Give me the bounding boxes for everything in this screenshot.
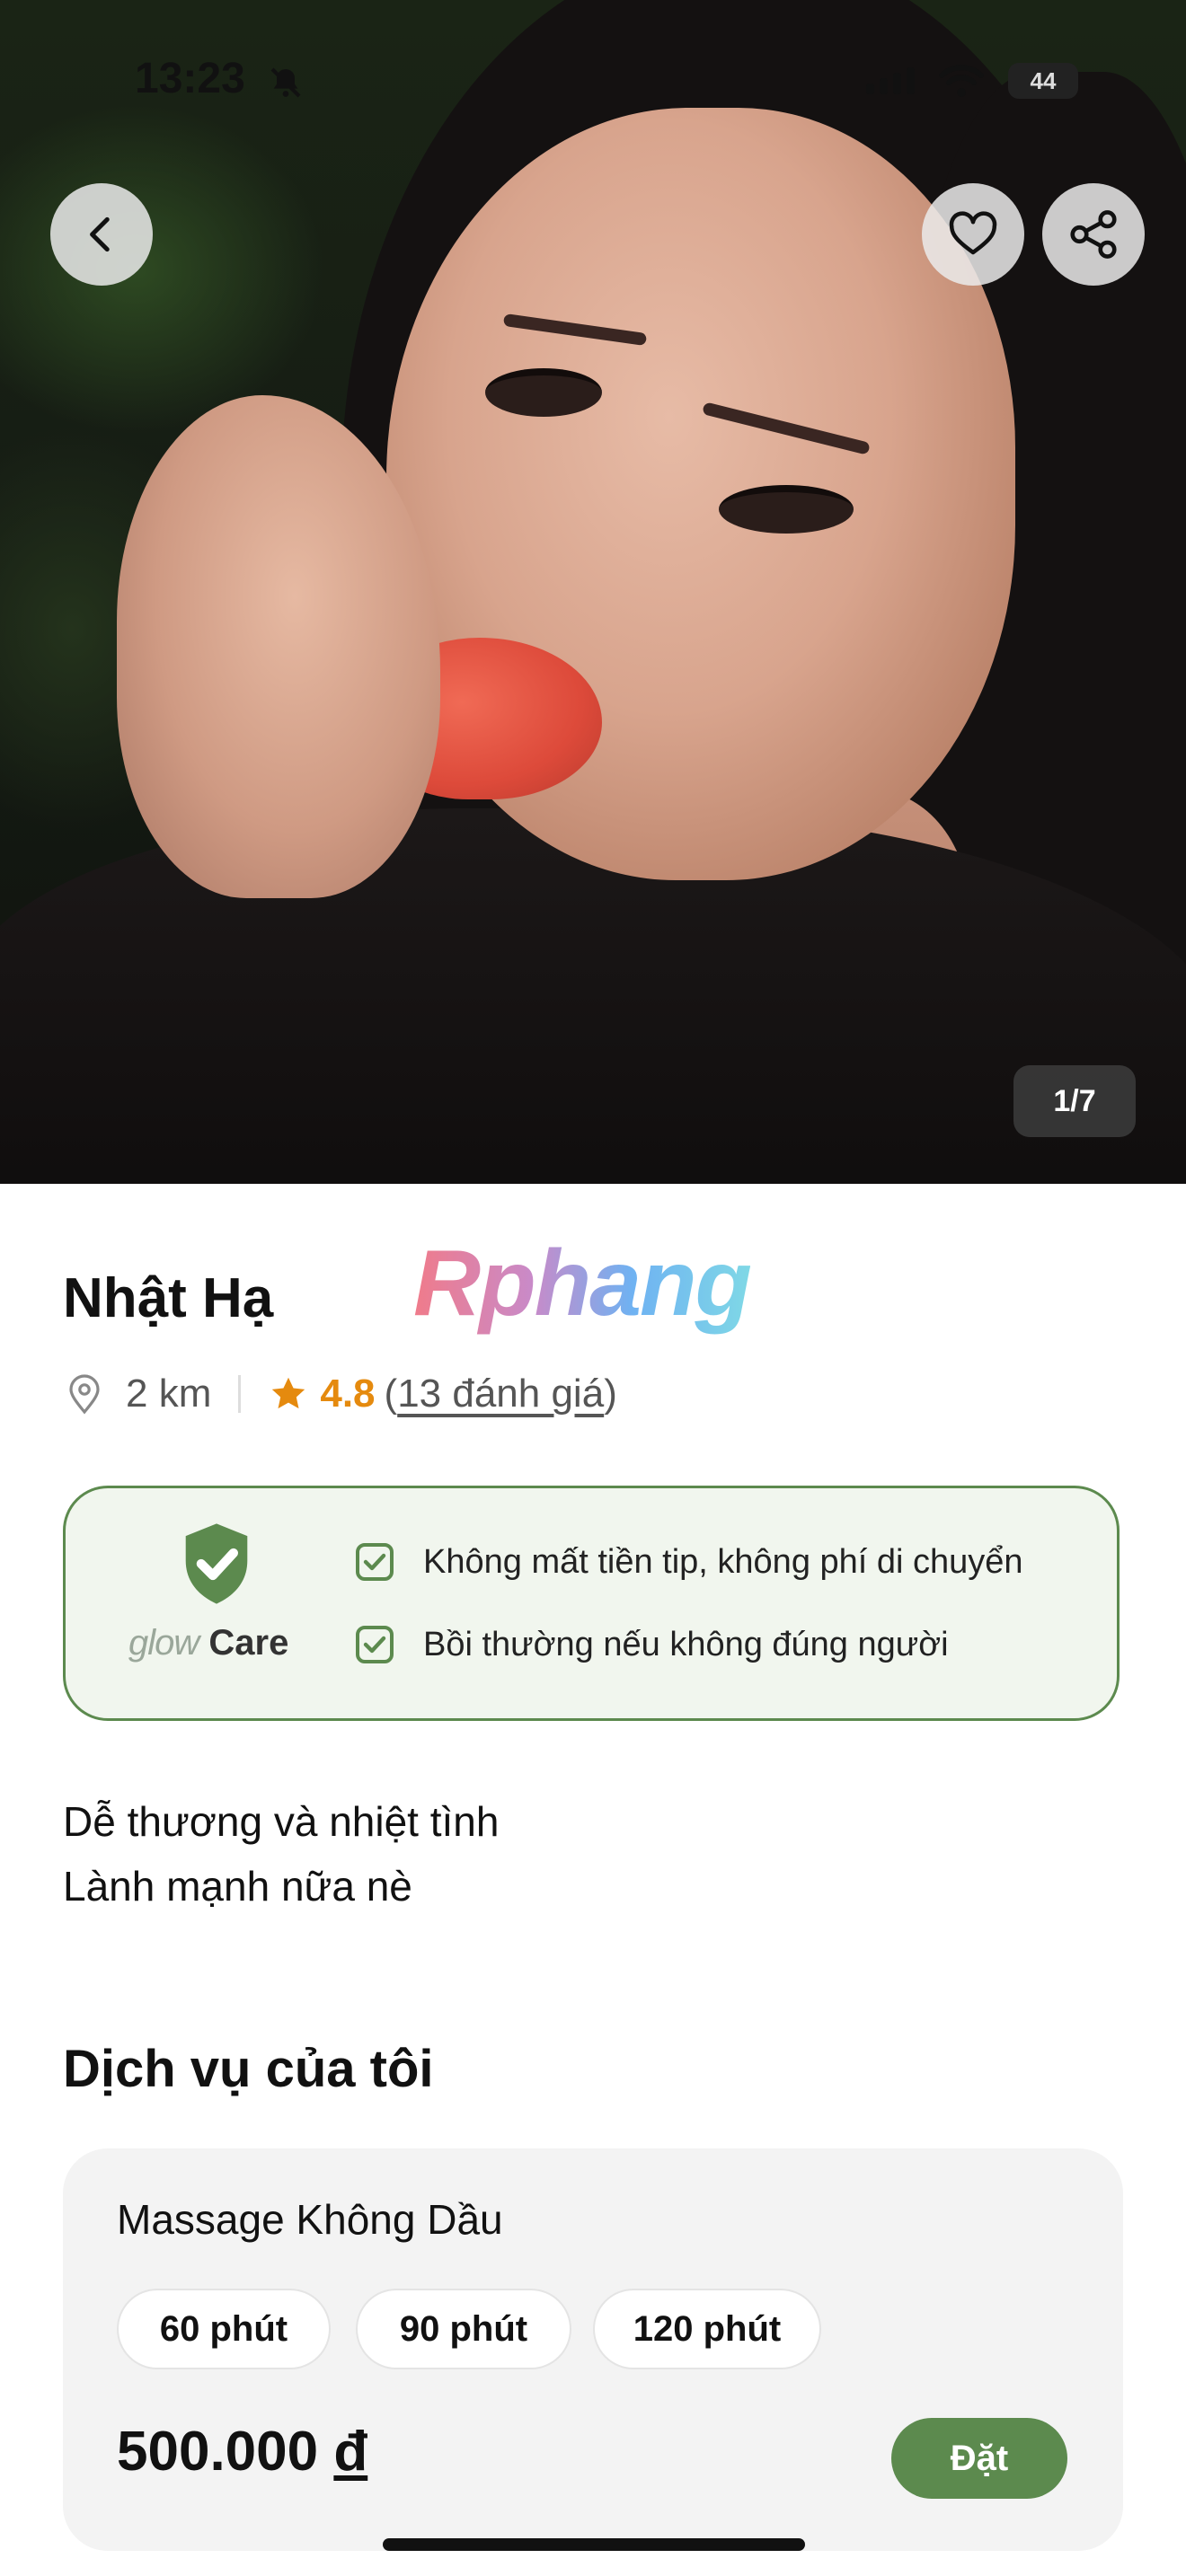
service-price: 500.000 đ <box>117 2420 367 2483</box>
service-card: Massage Không Dầu 60 phút 90 phút 120 ph… <box>63 2148 1123 2551</box>
checkbox-icon <box>356 1626 394 1663</box>
wifi-icon <box>939 65 984 97</box>
back-icon <box>90 216 110 252</box>
book-button[interactable]: Đặt <box>891 2418 1067 2499</box>
share-icon <box>1070 210 1117 259</box>
back-button[interactable] <box>50 183 153 286</box>
care-item: Không mất tiền tip, không phí di chuyển <box>353 1540 1023 1584</box>
profile-photo[interactable]: 13:23 44 1/7 <box>0 0 1186 1184</box>
status-icons: 44 <box>866 63 1078 99</box>
profile-name: Nhật Hạ <box>63 1267 274 1329</box>
description-line: Dễ thương và nhiệt tình <box>63 1798 500 1845</box>
distance-text: 2 km <box>126 1372 212 1416</box>
checkbox-icon <box>356 1543 394 1581</box>
profile-meta: 2 km 4.8 ( 13 đánh giá ) <box>63 1367 617 1421</box>
signal-icon <box>866 67 915 94</box>
home-indicator <box>383 2538 805 2551</box>
battery-icon: 44 <box>1008 63 1078 99</box>
reviews-close-paren: ) <box>604 1372 617 1416</box>
description-line: Lành mạnh nữa nè <box>63 1863 412 1910</box>
care-item-text: Không mất tiền tip, không phí di chuyển <box>423 1542 1023 1581</box>
bell-slash-icon <box>270 67 301 98</box>
glow-care-logo-glow: glow <box>128 1623 199 1663</box>
price-amount: 500.000 <box>117 2421 319 2483</box>
care-item-text: Bồi thường nếu không đúng người <box>423 1625 949 1663</box>
profile-description: Dễ thương và nhiệt tình Lành mạnh nữa nè <box>63 1789 499 1919</box>
photo-eye-right <box>719 485 854 534</box>
reviews-link[interactable]: 13 đánh giá <box>397 1372 604 1416</box>
photo-eye-left <box>485 368 602 417</box>
service-name: Massage Không Dầu <box>117 2196 503 2243</box>
glow-care-box: glow Care Không mất tiền tip, không phí … <box>63 1486 1120 1721</box>
duration-chip-90[interactable]: 90 phút <box>356 2289 571 2369</box>
reviews-open-paren: ( <box>384 1372 398 1416</box>
duration-chip-60[interactable]: 60 phút <box>117 2289 331 2369</box>
meta-divider <box>238 1375 242 1413</box>
rating-value: 4.8 <box>320 1372 376 1416</box>
price-currency: đ <box>333 2421 368 2483</box>
heart-icon <box>949 211 997 255</box>
status-time: 13:23 <box>135 55 245 102</box>
location-pin-icon <box>69 1374 100 1415</box>
share-button[interactable] <box>1042 183 1145 286</box>
status-bar: 13:23 44 <box>0 0 1186 162</box>
photo-counter: 1/7 <box>1013 1065 1136 1137</box>
glow-care-logo: glow Care <box>128 1623 288 1663</box>
care-item: Bồi thường nếu không đúng người <box>353 1623 949 1666</box>
shield-check-icon <box>185 1523 248 1604</box>
glow-care-logo-care: Care <box>208 1623 289 1663</box>
favorite-button[interactable] <box>922 183 1024 286</box>
services-title: Dịch vụ của tôi <box>63 2040 434 2098</box>
watermark-logo: Rphang <box>413 1231 752 1336</box>
duration-chip-120[interactable]: 120 phút <box>593 2289 821 2369</box>
star-icon <box>272 1377 305 1409</box>
